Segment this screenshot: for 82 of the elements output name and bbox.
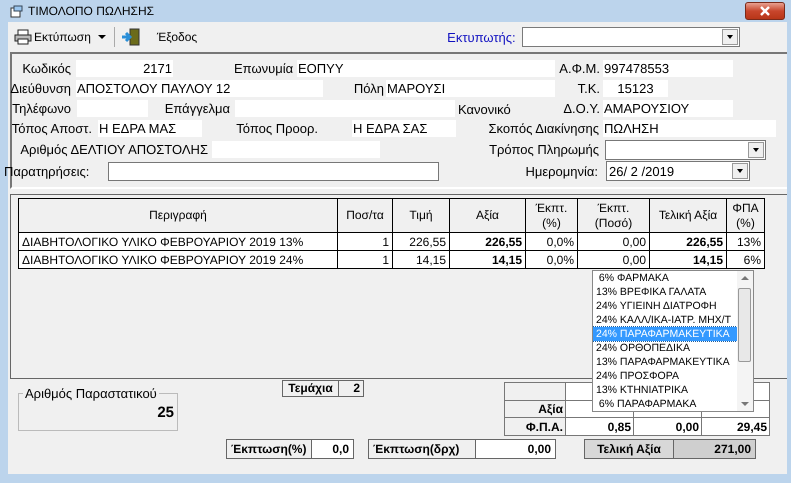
list-item[interactable]: 13% ΒΡΕΦΙΚΑ ΓΑΛΑΤΑ: [593, 285, 737, 299]
field-label: Δ.Ο.Υ.: [562, 100, 600, 116]
input-field[interactable]: 2171: [76, 60, 173, 76]
table-cell: ΔΙΑΒΗΤΟΛΟΓΙΚΟ ΥΛΙΚΟ ΦΕΒΡΟΥΑΡΙΟΥ 2019 24%: [18, 250, 338, 268]
summary-cell: 29,45: [702, 418, 770, 436]
column-header: Περιγραφή: [18, 198, 338, 232]
field-label: Πόλη: [352, 80, 384, 96]
field-label: Τρόπος Πληρωμής: [488, 142, 599, 157]
field-label: Επάγγελμα: [164, 100, 230, 116]
table-cell: 0,00: [578, 232, 650, 250]
document-number: 25: [157, 404, 174, 421]
field-label: Ημερομηνία:: [524, 164, 598, 178]
input-field[interactable]: Η ΕΔΡΑ ΜΑΣ: [98, 120, 202, 136]
summary-cell: 0,85: [566, 418, 634, 436]
table-cell: 6%: [726, 250, 764, 268]
input-field[interactable]: ΑΠΟΣΤΟΛΟΥ ΠΑΥΛΟΥ 12: [76, 80, 323, 96]
printer-icon: [14, 29, 32, 45]
table-cell: 226,55: [392, 232, 450, 250]
field-label: Διεύθυνση: [9, 80, 71, 96]
table-cell: 0,00: [578, 250, 650, 268]
discount-percent-field[interactable]: 0,0: [312, 439, 354, 459]
app-icon: [10, 4, 24, 18]
input-field[interactable]: ΜΑΡΟΥΣΙ: [386, 80, 555, 96]
field-label: Επωνυμία: [234, 60, 294, 76]
dropdown-field[interactable]: 26/ 2 /2019: [606, 161, 750, 181]
input-field[interactable]: Η ΕΔΡΑ ΣΑΣ: [352, 120, 456, 136]
discount-amount-field[interactable]: 0,00: [476, 439, 556, 459]
list-item[interactable]: 24% ΚΑΛΛ/ΙΚΑ-ΙΑΤΡ. ΜΗΧ/Τ: [593, 313, 737, 327]
list-item[interactable]: 6% ΠΑΡΑΦΑΡΜΑΚΑ: [593, 397, 737, 411]
table-cell: 13%: [726, 232, 764, 250]
field-label: Τόπος Αποστ.: [10, 120, 92, 136]
list-item[interactable]: 13% ΠΑΡΑΦΑΡΜΑΚΕΥΤΙΚΑ: [593, 355, 737, 369]
final-total-value: 271,00: [674, 439, 756, 459]
printer-label: Εκτυπωτής:: [447, 30, 516, 44]
summary-label: Φ.Π.Α.: [504, 418, 566, 436]
table-cell: 14,15: [650, 250, 726, 268]
input-field[interactable]: [108, 162, 439, 180]
field-label: Α.Φ.Μ.: [558, 60, 600, 76]
final-total-label: Τελική Αξία: [584, 439, 674, 459]
field-label: Κωδικός: [21, 60, 71, 76]
field-label: Αριθμός ΔΕΛΤΙΟΥ ΑΠΟΣΤΟΛΗΣ: [19, 142, 208, 157]
window-title: ΤΙΜΟΛΟΠΟ ΠΩΛΗΣΗΣ: [28, 4, 154, 18]
table-cell: 0,0%: [526, 232, 578, 250]
table-cell: 226,55: [450, 232, 526, 250]
pieces-value: 2: [339, 380, 364, 397]
table-cell: 14,15: [392, 250, 450, 268]
group-label: Αριθμός Παραστατικού: [23, 386, 159, 401]
close-button[interactable]: [745, 2, 785, 20]
field-label: Τ.Κ.: [576, 80, 600, 96]
field-label: Τόπος Προορ.: [235, 120, 318, 136]
input-field[interactable]: ΕΟΠΥΥ: [297, 60, 555, 76]
table-cell: 1: [338, 250, 392, 268]
table-cell: 1: [338, 232, 392, 250]
pieces-label: Τεμάχια: [282, 380, 339, 397]
discount-amount-label: Έκπτωση(δρχ): [368, 439, 476, 459]
table-cell: ΔΙΑΒΗΤΟΛΟΓΙΚΟ ΥΛΙΚΟ ΦΕΒΡΟΥΑΡΙΟΥ 2019 13%: [18, 232, 338, 250]
list-item[interactable]: 24% ΥΓΙΕΙΝΗ ΔΙΑΤΡΟΦΗ: [593, 299, 737, 313]
field-label: Κανονικό: [458, 102, 512, 117]
field-label: Τηλέφωνο: [11, 100, 71, 116]
input-field[interactable]: ΠΩΛΗΣΗ: [603, 120, 776, 136]
printer-dropdown[interactable]: [522, 27, 740, 47]
print-button[interactable]: Εκτύπωση: [12, 26, 108, 48]
list-item[interactable]: 24% ΟΡΘΟΠΕΔΙΚΑ: [593, 341, 737, 355]
input-field[interactable]: 997478553: [603, 60, 733, 76]
field-label: Παρατηρήσεις:: [4, 164, 90, 178]
summary-label: Αξία: [504, 400, 566, 418]
summary-cell: 0,00: [634, 418, 702, 436]
discount-percent-label: Έκπτωση(%): [226, 439, 312, 459]
input-field[interactable]: ΑΜΑΡΟΥΣΙΟΥ: [603, 100, 733, 116]
exit-button[interactable]: Έξοδος: [154, 26, 200, 48]
list-item[interactable]: 24% ΠΡΟΣΦΟΡΑ: [593, 369, 737, 383]
table-cell: 0,0%: [526, 250, 578, 268]
close-icon: [759, 6, 771, 16]
field-label: Σκοπός Διακίνησης: [487, 120, 599, 136]
dropdown-field[interactable]: [605, 140, 766, 160]
door-arrow-icon[interactable]: [120, 28, 141, 46]
list-item[interactable]: 13% ΚΤΗΝΙΑΤΡΙΚΑ: [593, 383, 737, 397]
scrollbar[interactable]: [737, 271, 753, 411]
table-cell: 14,15: [450, 250, 526, 268]
input-field[interactable]: 15123: [603, 80, 668, 96]
table-cell: 226,55: [650, 232, 726, 250]
list-item[interactable]: 6% ΦΑΡΜΑΚΑ: [593, 271, 737, 285]
